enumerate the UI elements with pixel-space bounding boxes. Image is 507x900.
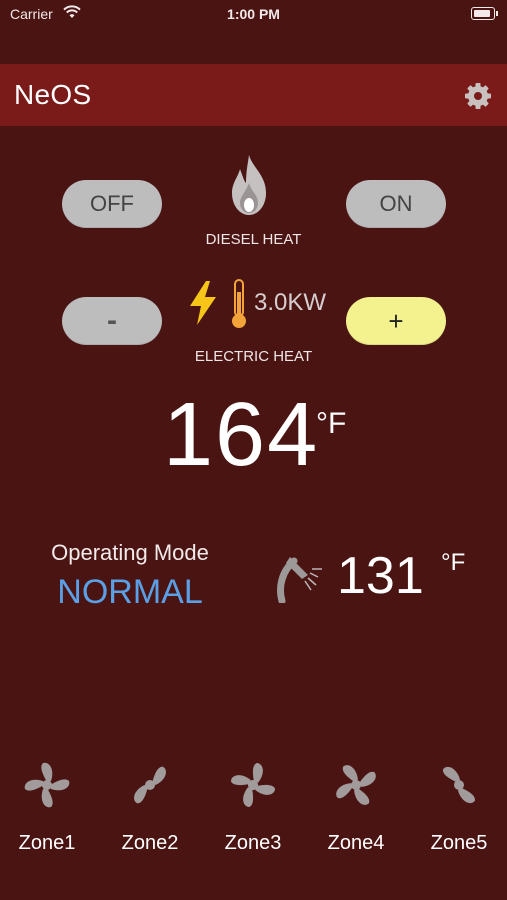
clock: 1:00 PM xyxy=(227,6,280,22)
electric-power-value: 3.0KW xyxy=(254,289,327,316)
fan-icon xyxy=(134,766,166,804)
operating-mode-title: Operating Mode xyxy=(51,540,209,565)
diesel-on-button[interactable]: ON xyxy=(346,180,446,228)
zone-label: Zone1 xyxy=(18,832,76,854)
zone-5-button[interactable]: Zone5 xyxy=(419,760,499,855)
zone-label: Zone5 xyxy=(430,832,488,854)
electric-heat-label: ELECTRIC HEAT xyxy=(194,348,313,365)
zone-label: Zone4 xyxy=(327,832,385,854)
electric-decrease-button[interactable]: - xyxy=(62,297,162,345)
water-temperature-unit: °F xyxy=(441,549,466,576)
electric-increase-button[interactable]: + xyxy=(346,297,446,345)
status-bar: Carrier 1:00 PM xyxy=(0,0,507,28)
main-temperature-value: 164 xyxy=(163,385,320,485)
flame-icon xyxy=(232,155,266,215)
diesel-off-button[interactable]: OFF xyxy=(62,180,162,228)
lightning-icon xyxy=(190,281,216,325)
fan-icon xyxy=(230,762,276,808)
thermometer-icon xyxy=(232,279,246,328)
zone-label: Zone2 xyxy=(121,832,179,854)
diesel-heat-label: DIESEL HEAT xyxy=(205,231,302,248)
fan-icon xyxy=(24,762,70,808)
operating-mode-value: NORMAL xyxy=(57,573,203,611)
zone-3-button[interactable]: Zone3 xyxy=(213,760,293,855)
battery-icon xyxy=(471,7,498,20)
app-title: NeOS xyxy=(14,79,92,110)
zone-label: Zone3 xyxy=(224,832,282,854)
main-temperature-unit: °F xyxy=(316,407,347,440)
shower-icon xyxy=(277,557,322,603)
fan-icon xyxy=(443,767,475,803)
zone-2-button[interactable]: Zone2 xyxy=(110,760,190,855)
nav-bar: NeOS xyxy=(0,64,507,126)
zone-4-button[interactable]: Zone4 xyxy=(316,760,396,855)
zone-1-button[interactable]: Zone1 xyxy=(7,760,87,855)
fan-icon xyxy=(336,765,376,805)
water-temperature-value: 131 xyxy=(337,547,424,605)
gear-icon[interactable] xyxy=(463,81,493,111)
